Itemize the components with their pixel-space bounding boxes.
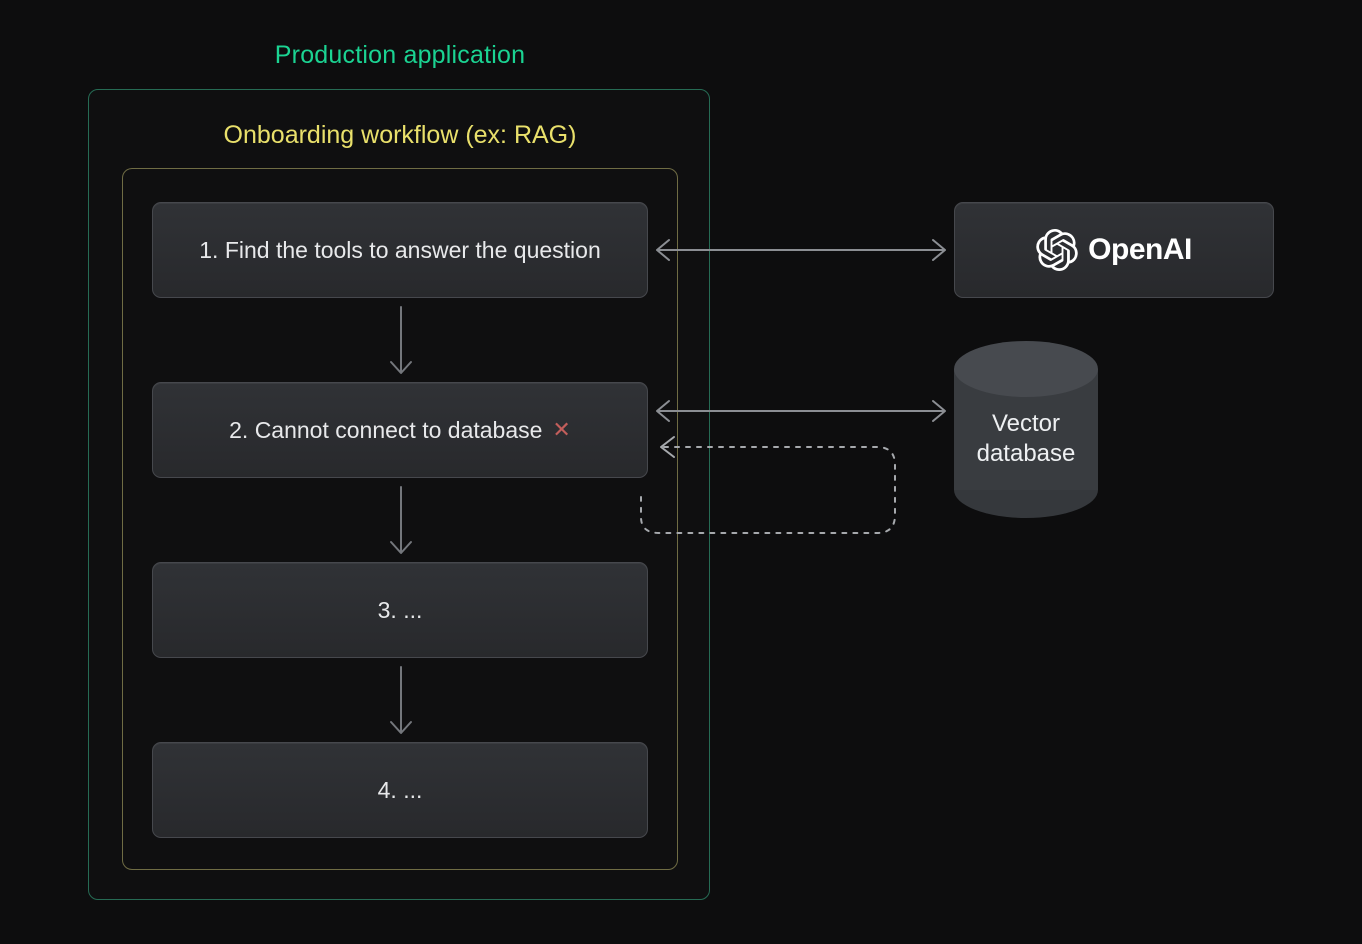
vector-database-label: Vector database bbox=[954, 409, 1098, 469]
production-application-title: Production application bbox=[88, 41, 712, 70]
openai-node: OpenAI bbox=[954, 202, 1274, 298]
step-1-node: 1. Find the tools to answer the question bbox=[152, 202, 648, 298]
step-4-label: 4. ... bbox=[378, 777, 423, 804]
openai-logo-icon bbox=[1036, 229, 1078, 271]
cylinder-top-cap bbox=[954, 341, 1098, 397]
step-3-node: 3. ... bbox=[152, 562, 648, 658]
error-cross-icon: ✕ bbox=[552, 419, 570, 441]
step-1-label: 1. Find the tools to answer the question bbox=[199, 237, 600, 264]
diagram-canvas: Production application Onboarding workfl… bbox=[0, 0, 1362, 944]
vector-database-label-line1: Vector bbox=[954, 409, 1098, 439]
onboarding-workflow-title: Onboarding workflow (ex: RAG) bbox=[88, 121, 712, 150]
vector-database-node: Vector database bbox=[954, 341, 1098, 518]
step-3-label: 3. ... bbox=[378, 597, 423, 624]
vector-database-label-line2: database bbox=[954, 439, 1098, 469]
step-2-label: 2. Cannot connect to database bbox=[229, 417, 542, 444]
step-2-node: 2. Cannot connect to database ✕ bbox=[152, 382, 648, 478]
step-4-node: 4. ... bbox=[152, 742, 648, 838]
openai-label: OpenAI bbox=[1088, 233, 1192, 267]
